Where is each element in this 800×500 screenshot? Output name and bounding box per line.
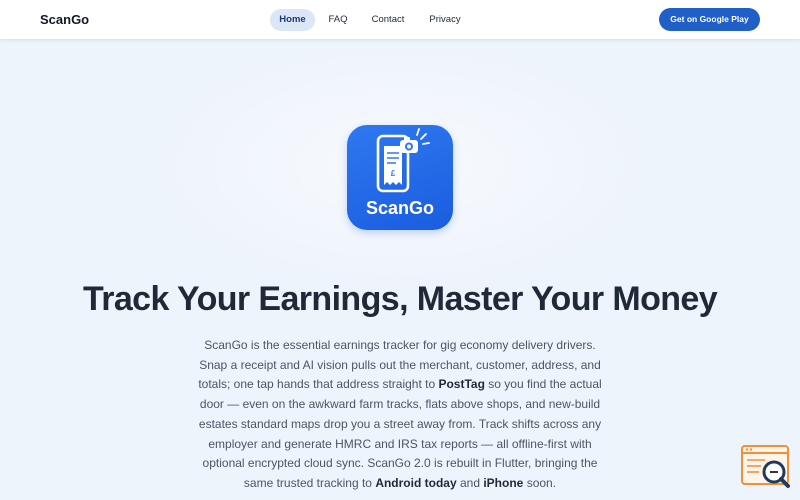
posttag-highlight: PostTag <box>438 377 485 392</box>
app-icon: £ ScanGo <box>347 125 453 230</box>
hero-description: ScanGo is the essential earnings tracker… <box>190 336 610 494</box>
receipt-currency-symbol: £ <box>391 169 396 178</box>
nav-link-privacy[interactable]: Privacy <box>425 9 465 31</box>
top-navbar: ScanGo Home FAQ Contact Privacy Get on G… <box>0 0 800 39</box>
iphone-highlight: iPhone <box>483 475 524 490</box>
nav-link-home[interactable]: Home <box>270 9 315 31</box>
nav-link-faq[interactable]: FAQ <box>324 9 352 31</box>
desc-text-2: so you find the actual door — even on th… <box>198 377 602 490</box>
hero-headline: Track Your Earnings, Master Your Money <box>82 280 718 318</box>
brand-logo-text[interactable]: ScanGo <box>40 12 89 27</box>
nav-link-contact[interactable]: Contact <box>367 9 409 31</box>
google-play-button[interactable]: Get on Google Play <box>659 8 760 31</box>
desc-text-3: and <box>456 475 484 490</box>
android-highlight: Android today <box>375 475 457 490</box>
app-icon-wordmark: ScanGo <box>365 198 435 218</box>
support-search-icon <box>741 445 790 488</box>
support-widget-button[interactable] <box>741 445 791 489</box>
desc-text-4: soon. <box>523 475 557 490</box>
